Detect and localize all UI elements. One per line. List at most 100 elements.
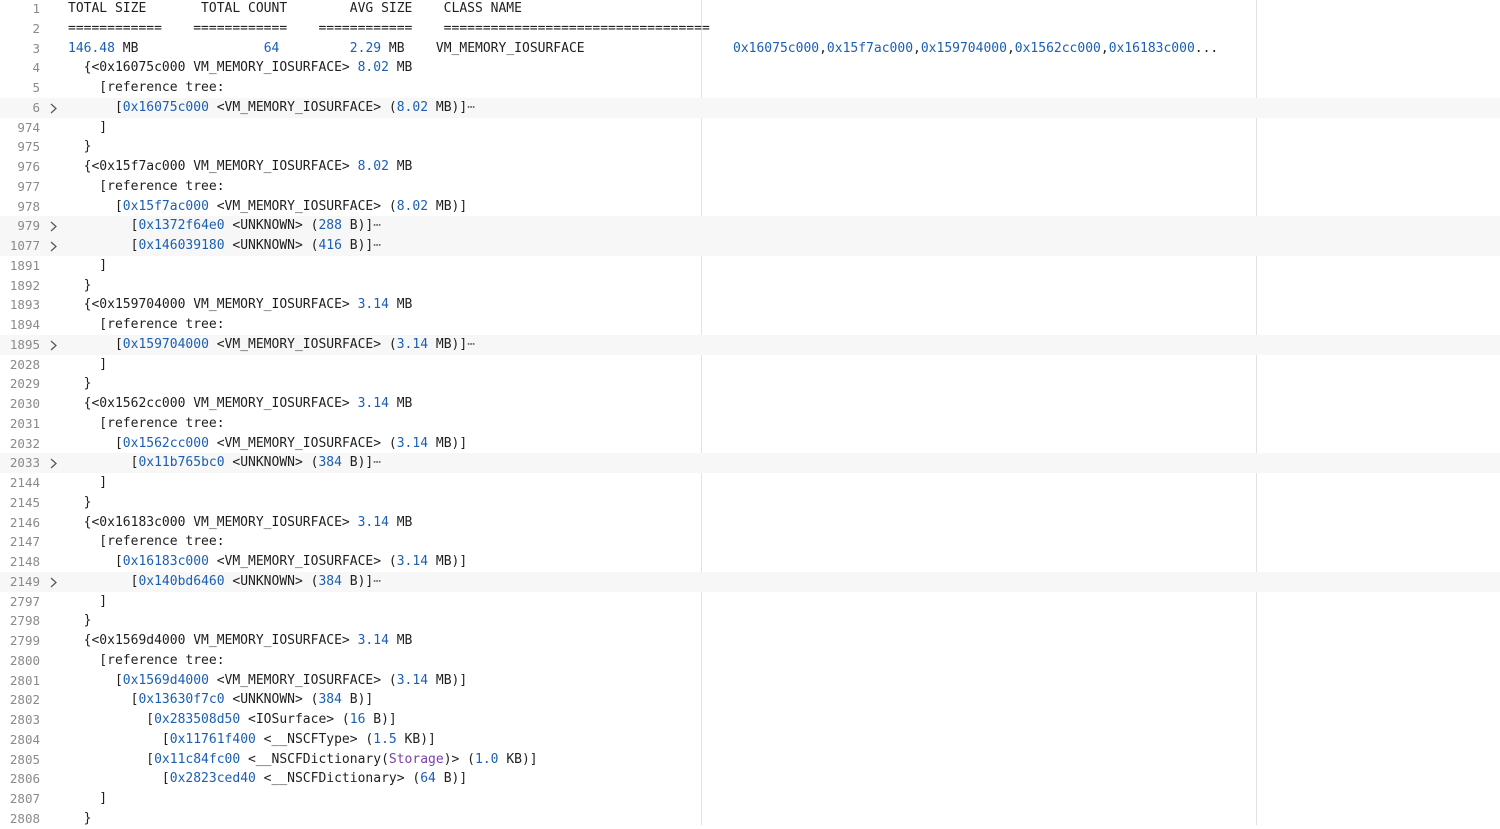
code-token: [reference tree: — [68, 80, 225, 95]
line-number: 2149 — [9, 573, 40, 589]
code-token: , — [1100, 40, 1109, 56]
code-line[interactable]: 2800 [reference tree: — [0, 651, 1500, 671]
code-token: [reference tree: — [68, 415, 225, 431]
code-line[interactable]: 1077 [0x146039180 <UNKNOWN> (416 B)]⋯ — [0, 236, 1500, 256]
code-text: ] — [68, 355, 107, 375]
code-text: ] — [68, 256, 107, 276]
code-token: 16 — [349, 712, 366, 727]
code-line[interactable]: 2798 } — [0, 611, 1500, 631]
code-token: 3.14 — [396, 336, 429, 352]
code-line[interactable]: 979 [0x1372f64e0 <UNKNOWN> (288 B)]⋯ — [0, 216, 1500, 236]
code-line[interactable]: 2145 } — [0, 493, 1500, 513]
code-token: ============ ============ ============ =… — [68, 20, 710, 36]
line-number: 2800 — [9, 652, 40, 668]
code-line[interactable]: 6 [0x16075c000 <VM_MEMORY_IOSURFACE> (8.… — [0, 97, 1500, 118]
line-number: 2803 — [9, 712, 40, 727]
code-token: , — [913, 40, 921, 56]
code-line[interactable]: 2148 [0x16183c000 <VM_MEMORY_IOSURFACE> … — [0, 552, 1500, 572]
line-number: 4 — [32, 60, 40, 76]
code-token: 0x2823ced40 — [169, 771, 256, 787]
code-token: B)] — [435, 771, 468, 787]
code-line[interactable]: 1892 } — [0, 276, 1500, 296]
collapsed-ellipsis-icon[interactable]: ⋯ — [467, 337, 475, 352]
chevron-right-icon[interactable] — [49, 453, 63, 473]
collapsed-ellipsis-icon[interactable]: ⋯ — [373, 238, 381, 253]
code-line[interactable]: 2147 [reference tree: — [0, 532, 1500, 552]
code-line[interactable]: 1 TOTAL SIZE TOTAL COUNT AVG SIZE CLASS N… — [0, 0, 1500, 19]
chevron-right-icon[interactable] — [49, 236, 63, 256]
code-line[interactable]: 3 146.48 MB 64 2.29 MB VM_MEMORY_IOSURFAC… — [0, 39, 1500, 59]
code-line[interactable]: 977 [reference tree: — [0, 177, 1500, 197]
code-line[interactable]: 2803 [0x283508d50 <IOSurface> (16 B)] — [0, 710, 1500, 730]
code-line[interactable]: 2149 [0x140bd6460 <UNKNOWN> (384 B)]⋯ — [0, 571, 1500, 592]
code-line[interactable]: 2033 [0x11b765bc0 <UNKNOWN> (384 B)]⋯ — [0, 453, 1500, 473]
code-line[interactable]: 2808 } — [0, 809, 1500, 829]
code-line[interactable]: 2801 [0x1569d4000 <VM_MEMORY_IOSURFACE> … — [0, 671, 1500, 691]
code-line[interactable]: 2032 [0x1562cc000 <VM_MEMORY_IOSURFACE> … — [0, 434, 1500, 454]
code-editor[interactable]: 1 TOTAL SIZE TOTAL COUNT AVG SIZE CLASS N… — [0, 0, 1500, 826]
code-line[interactable]: 2797 ] — [0, 592, 1500, 612]
code-line[interactable]: 1894 [reference tree: — [0, 315, 1500, 335]
collapsed-ellipsis-icon[interactable]: ⋯ — [467, 100, 475, 115]
code-token: 3.14 — [357, 297, 389, 313]
code-line[interactable]: 2807 ] — [0, 789, 1500, 809]
line-number: 2 — [32, 20, 40, 36]
code-token: Storage — [388, 751, 444, 767]
chevron-right-icon[interactable] — [49, 98, 63, 118]
code-token: B)] — [341, 455, 374, 471]
code-text: [0x146039180 <UNKNOWN> (416 B)]⋯ — [68, 236, 381, 256]
code-text: ] — [68, 592, 107, 612]
code-text: [reference tree: — [68, 532, 224, 552]
code-line[interactable]: 976 {<0x15f7ac000 VM_MEMORY_IOSURFACE> 8… — [0, 157, 1500, 177]
code-line[interactable]: 2029 } — [0, 374, 1500, 394]
code-line[interactable]: 2031 [reference tree: — [0, 414, 1500, 434]
code-token: <VM_MEMORY_IOSURFACE> ( — [208, 435, 397, 451]
line-number: 1893 — [9, 297, 40, 313]
code-line[interactable]: 2806 [0x2823ced40 <__NSCFDictionary> (64… — [0, 769, 1500, 789]
code-line[interactable]: 2804 [0x11761f400 <__NSCFType> (1.5 KB)] — [0, 730, 1500, 750]
line-number: 974 — [17, 119, 40, 135]
code-line[interactable]: 2028 ] — [0, 355, 1500, 375]
code-token: [reference tree: — [68, 652, 225, 668]
code-line[interactable]: 975 } — [0, 137, 1500, 157]
collapsed-ellipsis-icon[interactable]: ⋯ — [373, 218, 381, 233]
code-token: 8.02 — [357, 60, 389, 76]
line-number: 975 — [17, 139, 40, 155]
code-token: B)] — [341, 238, 374, 253]
code-token: MB)] — [428, 198, 468, 214]
code-token: 8.02 — [357, 159, 389, 174]
code-token: <__NSCFType> ( — [255, 731, 374, 747]
code-line[interactable]: 1895 [0x159704000 <VM_MEMORY_IOSURFACE> … — [0, 334, 1500, 355]
chevron-right-icon[interactable] — [49, 216, 63, 236]
code-line[interactable]: 2805 [0x11c84fc00 <__NSCFDictionary(Stor… — [0, 750, 1500, 770]
code-token: 3.14 — [357, 633, 389, 648]
chevron-right-icon[interactable] — [49, 572, 63, 592]
code-token: 0x16183c000 — [122, 554, 209, 569]
code-line[interactable]: 2802 [0x13630f7c0 <UNKNOWN> (384 B)] — [0, 690, 1500, 710]
line-number: 2802 — [9, 692, 40, 708]
code-line[interactable]: 978 [0x15f7ac000 <VM_MEMORY_IOSURFACE> (… — [0, 197, 1500, 217]
code-token: <VM_MEMORY_IOSURFACE> ( — [208, 672, 397, 688]
collapsed-ellipsis-icon[interactable]: ⋯ — [373, 455, 381, 470]
code-line[interactable]: 2 ============ ============ ============ … — [0, 19, 1500, 39]
code-line[interactable]: 5 [reference tree: — [0, 78, 1500, 98]
code-line[interactable]: 2146 {<0x16183c000 VM_MEMORY_IOSURFACE> … — [0, 513, 1500, 533]
collapsed-ellipsis-icon[interactable]: ⋯ — [373, 574, 381, 589]
code-text: {<0x15f7ac000 VM_MEMORY_IOSURFACE> 8.02 … — [68, 157, 413, 177]
code-line[interactable]: 4 {<0x16075c000 VM_MEMORY_IOSURFACE> 8.0… — [0, 58, 1500, 78]
code-line[interactable]: 1893 {<0x159704000 VM_MEMORY_IOSURFACE> … — [0, 295, 1500, 315]
code-text: [reference tree: — [68, 315, 224, 335]
code-line[interactable]: 2144 ] — [0, 473, 1500, 493]
code-line[interactable]: 974 ] — [0, 118, 1500, 138]
code-text: [0x16075c000 <VM_MEMORY_IOSURFACE> (8.02… — [68, 98, 475, 118]
code-line[interactable]: 2030 {<0x1562cc000 VM_MEMORY_IOSURFACE> … — [0, 394, 1500, 414]
code-token: [ — [68, 712, 155, 727]
code-token: 3.14 — [396, 554, 429, 569]
code-token: 0x159704000 — [122, 336, 209, 352]
chevron-right-icon[interactable] — [49, 335, 63, 355]
code-line[interactable]: 2799 {<0x1569d4000 VM_MEMORY_IOSURFACE> … — [0, 631, 1500, 651]
code-token: 0x1372f64e0 — [138, 218, 225, 234]
code-token: MB — [388, 514, 413, 530]
code-line[interactable]: 1891 ] — [0, 256, 1500, 276]
